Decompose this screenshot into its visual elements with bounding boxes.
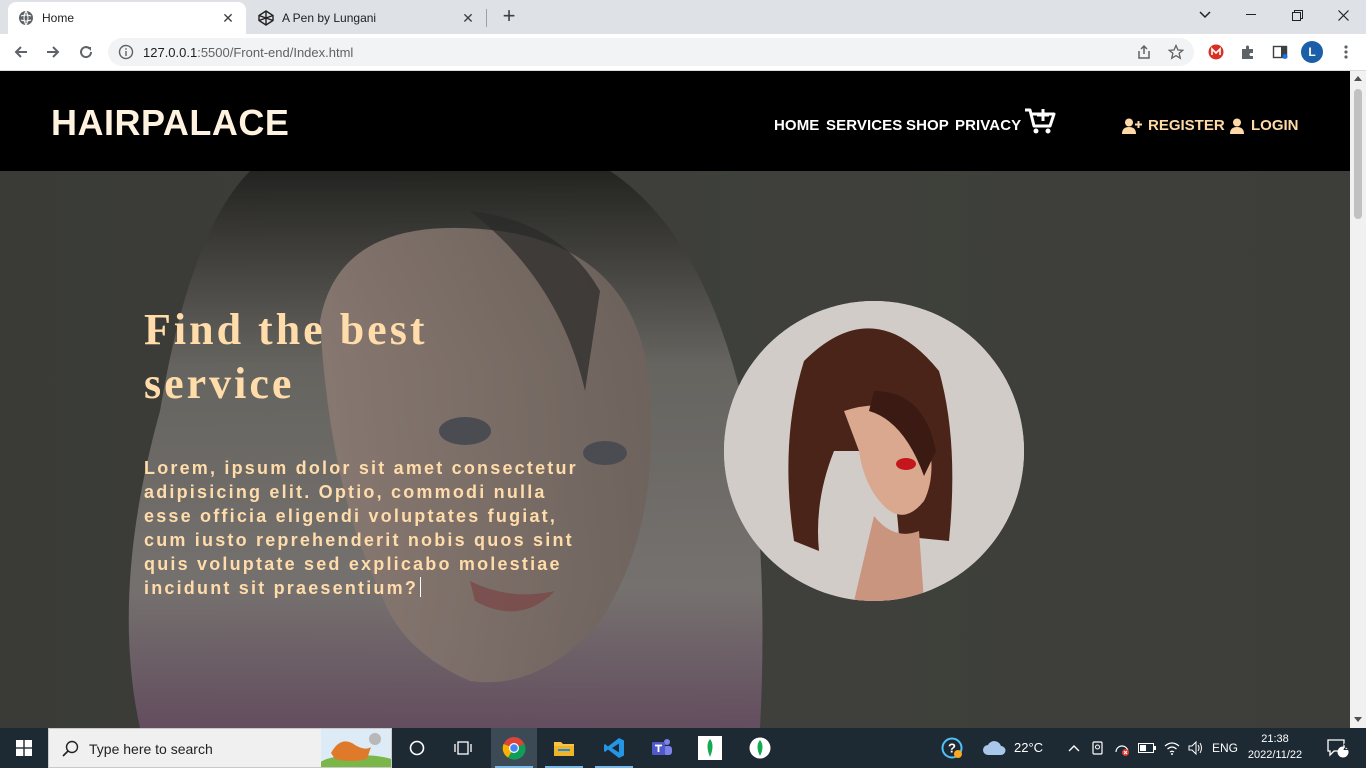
share-icon[interactable] xyxy=(1131,39,1157,65)
address-bar[interactable]: 127.0.0.1:5500/Front-end/Index.html xyxy=(108,38,1194,66)
user-icon xyxy=(1230,118,1244,134)
volume-icon[interactable] xyxy=(1184,728,1208,768)
extensions-puzzle-icon[interactable] xyxy=(1235,39,1261,65)
nav-services-link[interactable]: SERVICES xyxy=(826,117,902,134)
scroll-up-arrow-icon[interactable] xyxy=(1354,76,1362,81)
portrait-image xyxy=(724,301,1024,601)
tab-close-icon[interactable]: ✕ xyxy=(460,10,476,26)
network-warning-icon[interactable] xyxy=(1110,728,1134,768)
hero-paragraph-text: Lorem, ipsum dolor sit amet consectetur … xyxy=(144,458,578,598)
back-arrow-icon[interactable] xyxy=(8,39,34,65)
nav-home-link[interactable]: HOME xyxy=(774,117,819,134)
scrollbar-thumb[interactable] xyxy=(1354,89,1362,219)
tray-chevron-up-icon[interactable] xyxy=(1062,728,1086,768)
clock-time: 21:38 xyxy=(1261,733,1289,745)
scroll-down-arrow-icon[interactable] xyxy=(1354,717,1362,722)
extension-m-icon[interactable] xyxy=(1203,39,1229,65)
reload-icon[interactable] xyxy=(73,39,99,65)
side-panel-icon[interactable] xyxy=(1267,39,1293,65)
text-caret xyxy=(420,577,422,597)
cortana-icon[interactable] xyxy=(394,728,440,768)
wifi-icon[interactable] xyxy=(1160,728,1184,768)
browser-tab-strip: Home ✕ A Pen by Lungani ✕ + xyxy=(0,0,1366,34)
bookmark-star-icon[interactable] xyxy=(1163,39,1189,65)
hero-section: Find the best service Lorem, ipsum dolor… xyxy=(0,171,1350,728)
notification-center-icon[interactable]: 2 xyxy=(1318,728,1358,768)
windows-start-icon[interactable] xyxy=(0,728,48,768)
url-host: 127.0.0.1 xyxy=(143,45,198,60)
taskbar-mongodb-icon[interactable] xyxy=(737,728,783,768)
page-scrollbar[interactable] xyxy=(1350,71,1366,728)
weather-cloud-icon[interactable] xyxy=(978,728,1010,768)
nav-shop-link[interactable]: SHOP xyxy=(906,117,949,134)
site-logo[interactable]: HAIRPALACE xyxy=(51,102,289,144)
site-navbar: HAIRPALACE HOME SERVICES SHOP PRIVACY RE… xyxy=(0,71,1350,171)
restore-button[interactable] xyxy=(1274,0,1320,30)
hero-paragraph: Lorem, ipsum dolor sit amet consectetur … xyxy=(144,456,584,600)
taskbar-chrome-icon[interactable] xyxy=(491,728,537,768)
tab-search-icon[interactable] xyxy=(1182,0,1228,30)
clock[interactable]: 21:38 2022/11/22 xyxy=(1240,731,1310,763)
tab-close-icon[interactable]: ✕ xyxy=(220,10,236,26)
taskbar-vscode-icon[interactable] xyxy=(591,728,637,768)
codepen-icon xyxy=(258,10,274,26)
input-language[interactable]: ENG xyxy=(1212,741,1238,755)
tab-home[interactable]: Home ✕ xyxy=(8,2,246,34)
notification-count: 2 xyxy=(1343,742,1349,753)
forward-arrow-icon[interactable] xyxy=(40,39,66,65)
taskbar-teams-icon[interactable] xyxy=(639,728,685,768)
hero-title: Find the best service xyxy=(144,305,428,408)
globe-icon xyxy=(18,10,34,26)
search-placeholder: Type here to search xyxy=(89,741,213,757)
taskbar-mongodb-compass-icon[interactable] xyxy=(687,728,733,768)
tab-divider xyxy=(486,9,487,27)
clock-date: 2022/11/22 xyxy=(1247,749,1303,761)
login-label: LOGIN xyxy=(1251,117,1299,134)
new-tab-button[interactable]: + xyxy=(498,5,520,28)
taskbar-file-explorer-icon[interactable] xyxy=(541,728,587,768)
web-page: HAIRPALACE HOME SERVICES SHOP PRIVACY RE… xyxy=(0,71,1350,728)
minimize-button[interactable] xyxy=(1228,0,1274,30)
site-info-icon[interactable] xyxy=(118,44,134,60)
profile-avatar[interactable]: L xyxy=(1301,41,1323,63)
hero-background-image xyxy=(128,171,763,728)
cart-plus-icon[interactable] xyxy=(1024,107,1056,135)
menu-kebab-icon[interactable] xyxy=(1333,39,1359,65)
login-link[interactable]: LOGIN xyxy=(1229,117,1299,134)
user-plus-icon xyxy=(1122,118,1142,134)
help-icon[interactable]: ? xyxy=(932,728,972,768)
register-link[interactable]: REGISTER xyxy=(1122,117,1225,134)
tab-codepen[interactable]: A Pen by Lungani ✕ xyxy=(248,2,486,34)
camera-icon[interactable] xyxy=(1086,728,1110,768)
nav-privacy-link[interactable]: PRIVACY xyxy=(955,117,1021,134)
browser-toolbar: 127.0.0.1:5500/Front-end/Index.html L xyxy=(0,34,1366,71)
weather-temperature[interactable]: 22°C xyxy=(1014,740,1043,755)
task-view-icon[interactable] xyxy=(440,728,486,768)
search-highlight-image xyxy=(321,729,391,767)
close-window-button[interactable] xyxy=(1320,0,1366,30)
taskbar-search-box[interactable]: Type here to search xyxy=(48,728,392,768)
tab-title: A Pen by Lungani xyxy=(282,11,377,25)
search-icon xyxy=(61,740,79,763)
windows-taskbar: Type here to search ? 22°C ENG 21:38 202… xyxy=(0,728,1366,768)
url-text: 127.0.0.1:5500/Front-end/Index.html xyxy=(143,45,353,60)
tab-title: Home xyxy=(42,11,75,25)
url-path: :5500/Front-end/Index.html xyxy=(197,45,354,60)
register-label: REGISTER xyxy=(1148,117,1225,134)
battery-icon[interactable] xyxy=(1134,728,1160,768)
